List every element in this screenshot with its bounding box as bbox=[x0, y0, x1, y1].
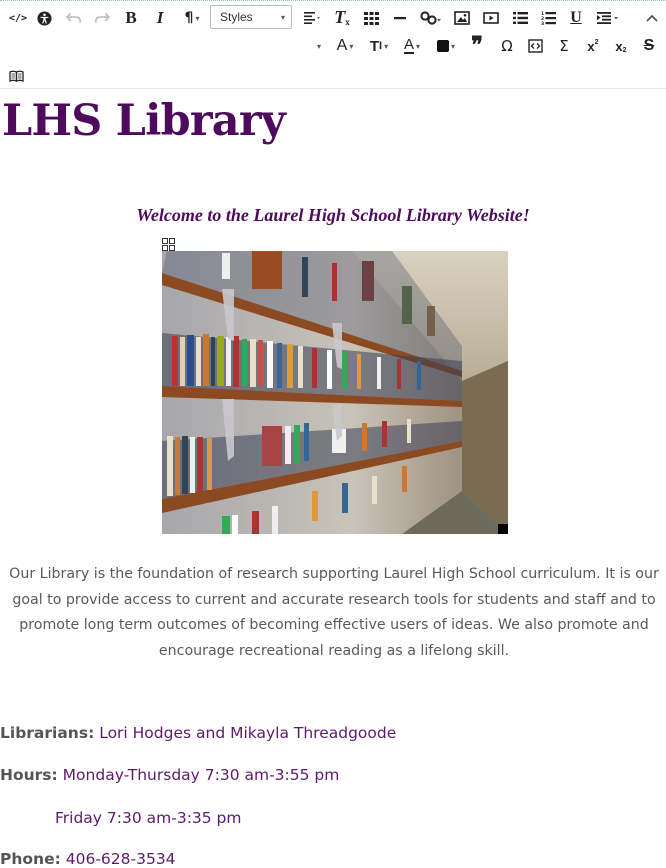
book-icon[interactable] bbox=[5, 65, 27, 87]
bold-icon[interactable]: B bbox=[120, 7, 142, 29]
subscript-icon[interactable]: x2 bbox=[610, 35, 632, 57]
library-bookshelves-photo[interactable] bbox=[162, 251, 508, 534]
horizontal-line-icon[interactable] bbox=[389, 7, 411, 29]
page-title: LHS Library bbox=[2, 96, 286, 146]
special-character-icon[interactable]: Ω bbox=[496, 35, 518, 57]
image-icon[interactable] bbox=[451, 7, 473, 29]
chevron-down-icon[interactable]: ▾ bbox=[312, 35, 324, 57]
table-icon[interactable] bbox=[360, 7, 382, 29]
chevron-up-icon[interactable] bbox=[642, 7, 662, 29]
hours-value: Monday-Thursday 7:30 am-3:55 pm bbox=[62, 766, 340, 784]
undo-icon[interactable] bbox=[62, 7, 84, 29]
chevron-down-icon: ▾ bbox=[280, 13, 285, 22]
clear-formatting-icon[interactable]: Tx bbox=[331, 6, 353, 28]
source-code-icon[interactable]: </> bbox=[7, 7, 29, 29]
librarians-value: Lori Hodges and Mikayla Threadgoode bbox=[99, 724, 397, 742]
link-icon[interactable] bbox=[418, 7, 444, 29]
blockquote-icon[interactable]: ❞ bbox=[466, 32, 488, 58]
bullet-list-icon[interactable] bbox=[509, 7, 531, 29]
welcome-heading: Welcome to the Laurel High School Librar… bbox=[136, 205, 530, 225]
phone-line: Phone: 406-628-3534 bbox=[0, 850, 176, 868]
intro-paragraph: Our Library is the foundation of researc… bbox=[9, 566, 659, 659]
hours-friday-value: Friday 7:30 am-3:35 pm bbox=[55, 809, 242, 827]
underline-icon[interactable]: U bbox=[565, 7, 587, 29]
librarians-line: Librarians: Lori Hodges and Mikayla Thre… bbox=[0, 724, 396, 742]
resize-handle[interactable] bbox=[498, 524, 508, 534]
line-height-icon[interactable]: T I ▾ bbox=[366, 35, 392, 57]
librarians-label: Librarians: bbox=[0, 724, 95, 742]
editor-toolbar: </> B I ¶ ▾ Styles ▾ Tx 123 U ▾ A ▾ T I … bbox=[0, 0, 666, 89]
superscript-icon[interactable]: x2 bbox=[582, 35, 604, 57]
code-block-icon[interactable] bbox=[524, 35, 546, 57]
math-formula-icon[interactable]: Σ bbox=[553, 35, 575, 57]
font-size-icon[interactable]: A ▾ bbox=[333, 35, 357, 57]
styles-dropdown[interactable]: Styles ▾ bbox=[210, 5, 292, 29]
numbered-list-icon[interactable]: 123 bbox=[537, 7, 559, 29]
styles-dropdown-label: Styles bbox=[220, 10, 253, 24]
phone-value: 406-628-3534 bbox=[65, 850, 176, 868]
background-color-icon[interactable]: ▾ bbox=[434, 35, 458, 57]
svg-text:3: 3 bbox=[541, 21, 544, 25]
paragraph-format-icon[interactable]: ¶ ▾ bbox=[180, 7, 204, 29]
media-icon[interactable] bbox=[480, 7, 502, 29]
redo-icon[interactable] bbox=[91, 7, 113, 29]
align-icon[interactable] bbox=[301, 7, 323, 29]
hours-line: Hours: Monday-Thursday 7:30 am-3:55 pm bbox=[0, 766, 339, 784]
hours-label: Hours: bbox=[0, 766, 58, 784]
phone-label: Phone: bbox=[0, 850, 61, 868]
text-color-icon[interactable]: A ▾ bbox=[399, 35, 425, 57]
accessibility-icon[interactable] bbox=[33, 7, 55, 29]
strikethrough-icon[interactable]: S bbox=[638, 35, 660, 57]
indent-icon[interactable] bbox=[595, 7, 621, 29]
hours-friday-line: Friday 7:30 am-3:35 pm bbox=[55, 809, 242, 827]
italic-icon[interactable]: I bbox=[149, 7, 171, 29]
move-handle-icon[interactable] bbox=[162, 238, 175, 251]
